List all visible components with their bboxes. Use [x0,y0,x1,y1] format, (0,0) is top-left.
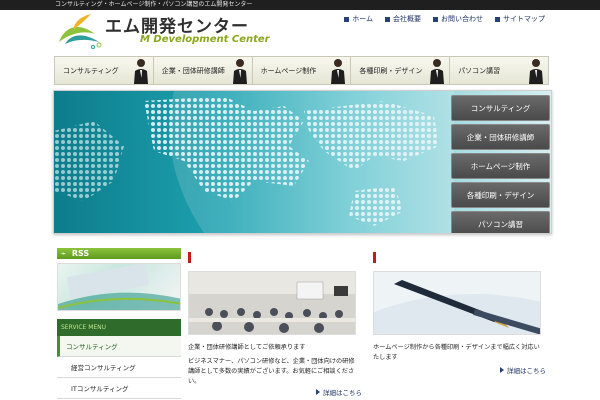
keyboard-illustration [58,264,180,310]
column-title: ホームページ制作から各種印刷・デザインまで幅広く対応いたします [373,344,540,361]
top-bar-text: コンサルティング・ホームページ制作・パソコン講習のエム開発センター [55,1,253,8]
header-links: ホーム 会社概要 お問い合わせ サイトマップ [344,14,545,24]
seminar-room-illustration [189,272,355,334]
logo-mark-icon [59,14,102,49]
nav-item-homepage[interactable]: ホームページ制作 [253,57,352,84]
seminar-photo[interactable] [188,271,356,335]
nav-item-consulting[interactable]: コンサルティング [55,57,154,84]
hero-button-consulting[interactable]: コンサルティング [451,95,550,121]
hero-banner: コンサルティング 企業・団体研修講師 ホームページ制作 各種印刷・デザイン パソ… [53,90,552,234]
bullet-icon [495,16,500,22]
person-icon [133,59,148,84]
column-body: ビジネスマナー、パソコン研修など、企業・団体向けの研修講師として多数の実績がござ… [188,358,355,385]
hero-button-group: コンサルティング 企業・団体研修講師 ホームページ制作 各種印刷・デザイン パソ… [451,95,550,233]
pen-illustration [374,272,540,334]
person-icon [331,59,346,84]
service-menu-item-it[interactable]: ITコンサルティング [57,378,181,399]
header-link-sitemap[interactable]: サイトマップ [495,14,545,24]
service-menu-item-management[interactable]: 経営コンサルティング [57,357,181,378]
content-column-homepage: ホームページ制作から各種印刷・デザインまで幅広く対応いたします [373,252,541,363]
bullet-icon [344,16,350,22]
detail-link-homepage[interactable]: 詳細はこちら [500,365,546,375]
rss-link[interactable]: ⌁ RSS [57,248,181,259]
arrow-right-icon [500,367,504,373]
hero-button-pc-lessons[interactable]: パソコン講習 [451,211,550,233]
bullet-icon [433,16,438,22]
column-title: 企業・団体研修講師としてご依頼承ります [188,344,306,351]
service-menu: SERVICE MENU コンサルティング 経営コンサルティング ITコンサルテ… [57,319,181,399]
hero-button-homepage[interactable]: ホームページ制作 [451,153,550,179]
bullet-icon [385,16,390,22]
site-logo[interactable]: エム開発センター M Development Center [55,12,270,52]
main-nav: コンサルティング 企業・団体研修講師 ホームページ制作 各種印刷・デザイン パソ… [54,56,549,85]
sidebar: ⌁ RSS SERVICE MENU コンサルティング 経営コンサルティング I… [57,248,181,399]
rss-icon: ⌁ [61,249,66,258]
nav-item-training[interactable]: 企業・団体研修講師 [154,57,253,84]
hero-button-printing[interactable]: 各種印刷・デザイン [451,182,550,208]
header-link-company[interactable]: 会社概要 [385,14,421,24]
person-icon [528,59,543,84]
detail-link-training[interactable]: 詳細はこちら [316,387,362,397]
world-map-illustration [54,91,454,233]
nav-item-pc-lessons[interactable]: パソコン講習 [450,57,548,84]
content-column-training: 企業・団体研修講師としてご依頼承ります ビジネスマナー、パソコン研修など、企業・… [188,252,356,387]
top-bar: コンサルティング・ホームページ制作・パソコン講習のエム開発センター [0,0,600,10]
header-link-home[interactable]: ホーム [344,14,373,24]
sidebar-banner-image[interactable] [57,263,181,311]
arrow-right-icon [316,389,320,395]
person-icon [430,59,445,84]
logo-subtitle: M Development Center [140,34,270,45]
section-marker [373,252,376,263]
service-menu-item-consulting[interactable]: コンサルティング [57,336,181,357]
nav-item-printing[interactable]: 各種印刷・デザイン [351,57,451,84]
pen-photo[interactable] [373,271,541,335]
service-menu-title: SERVICE MENU [61,324,107,331]
header-link-contact[interactable]: お問い合わせ [433,14,483,24]
person-icon [232,59,247,84]
hero-button-training[interactable]: 企業・団体研修講師 [451,124,550,150]
section-marker [188,252,191,263]
